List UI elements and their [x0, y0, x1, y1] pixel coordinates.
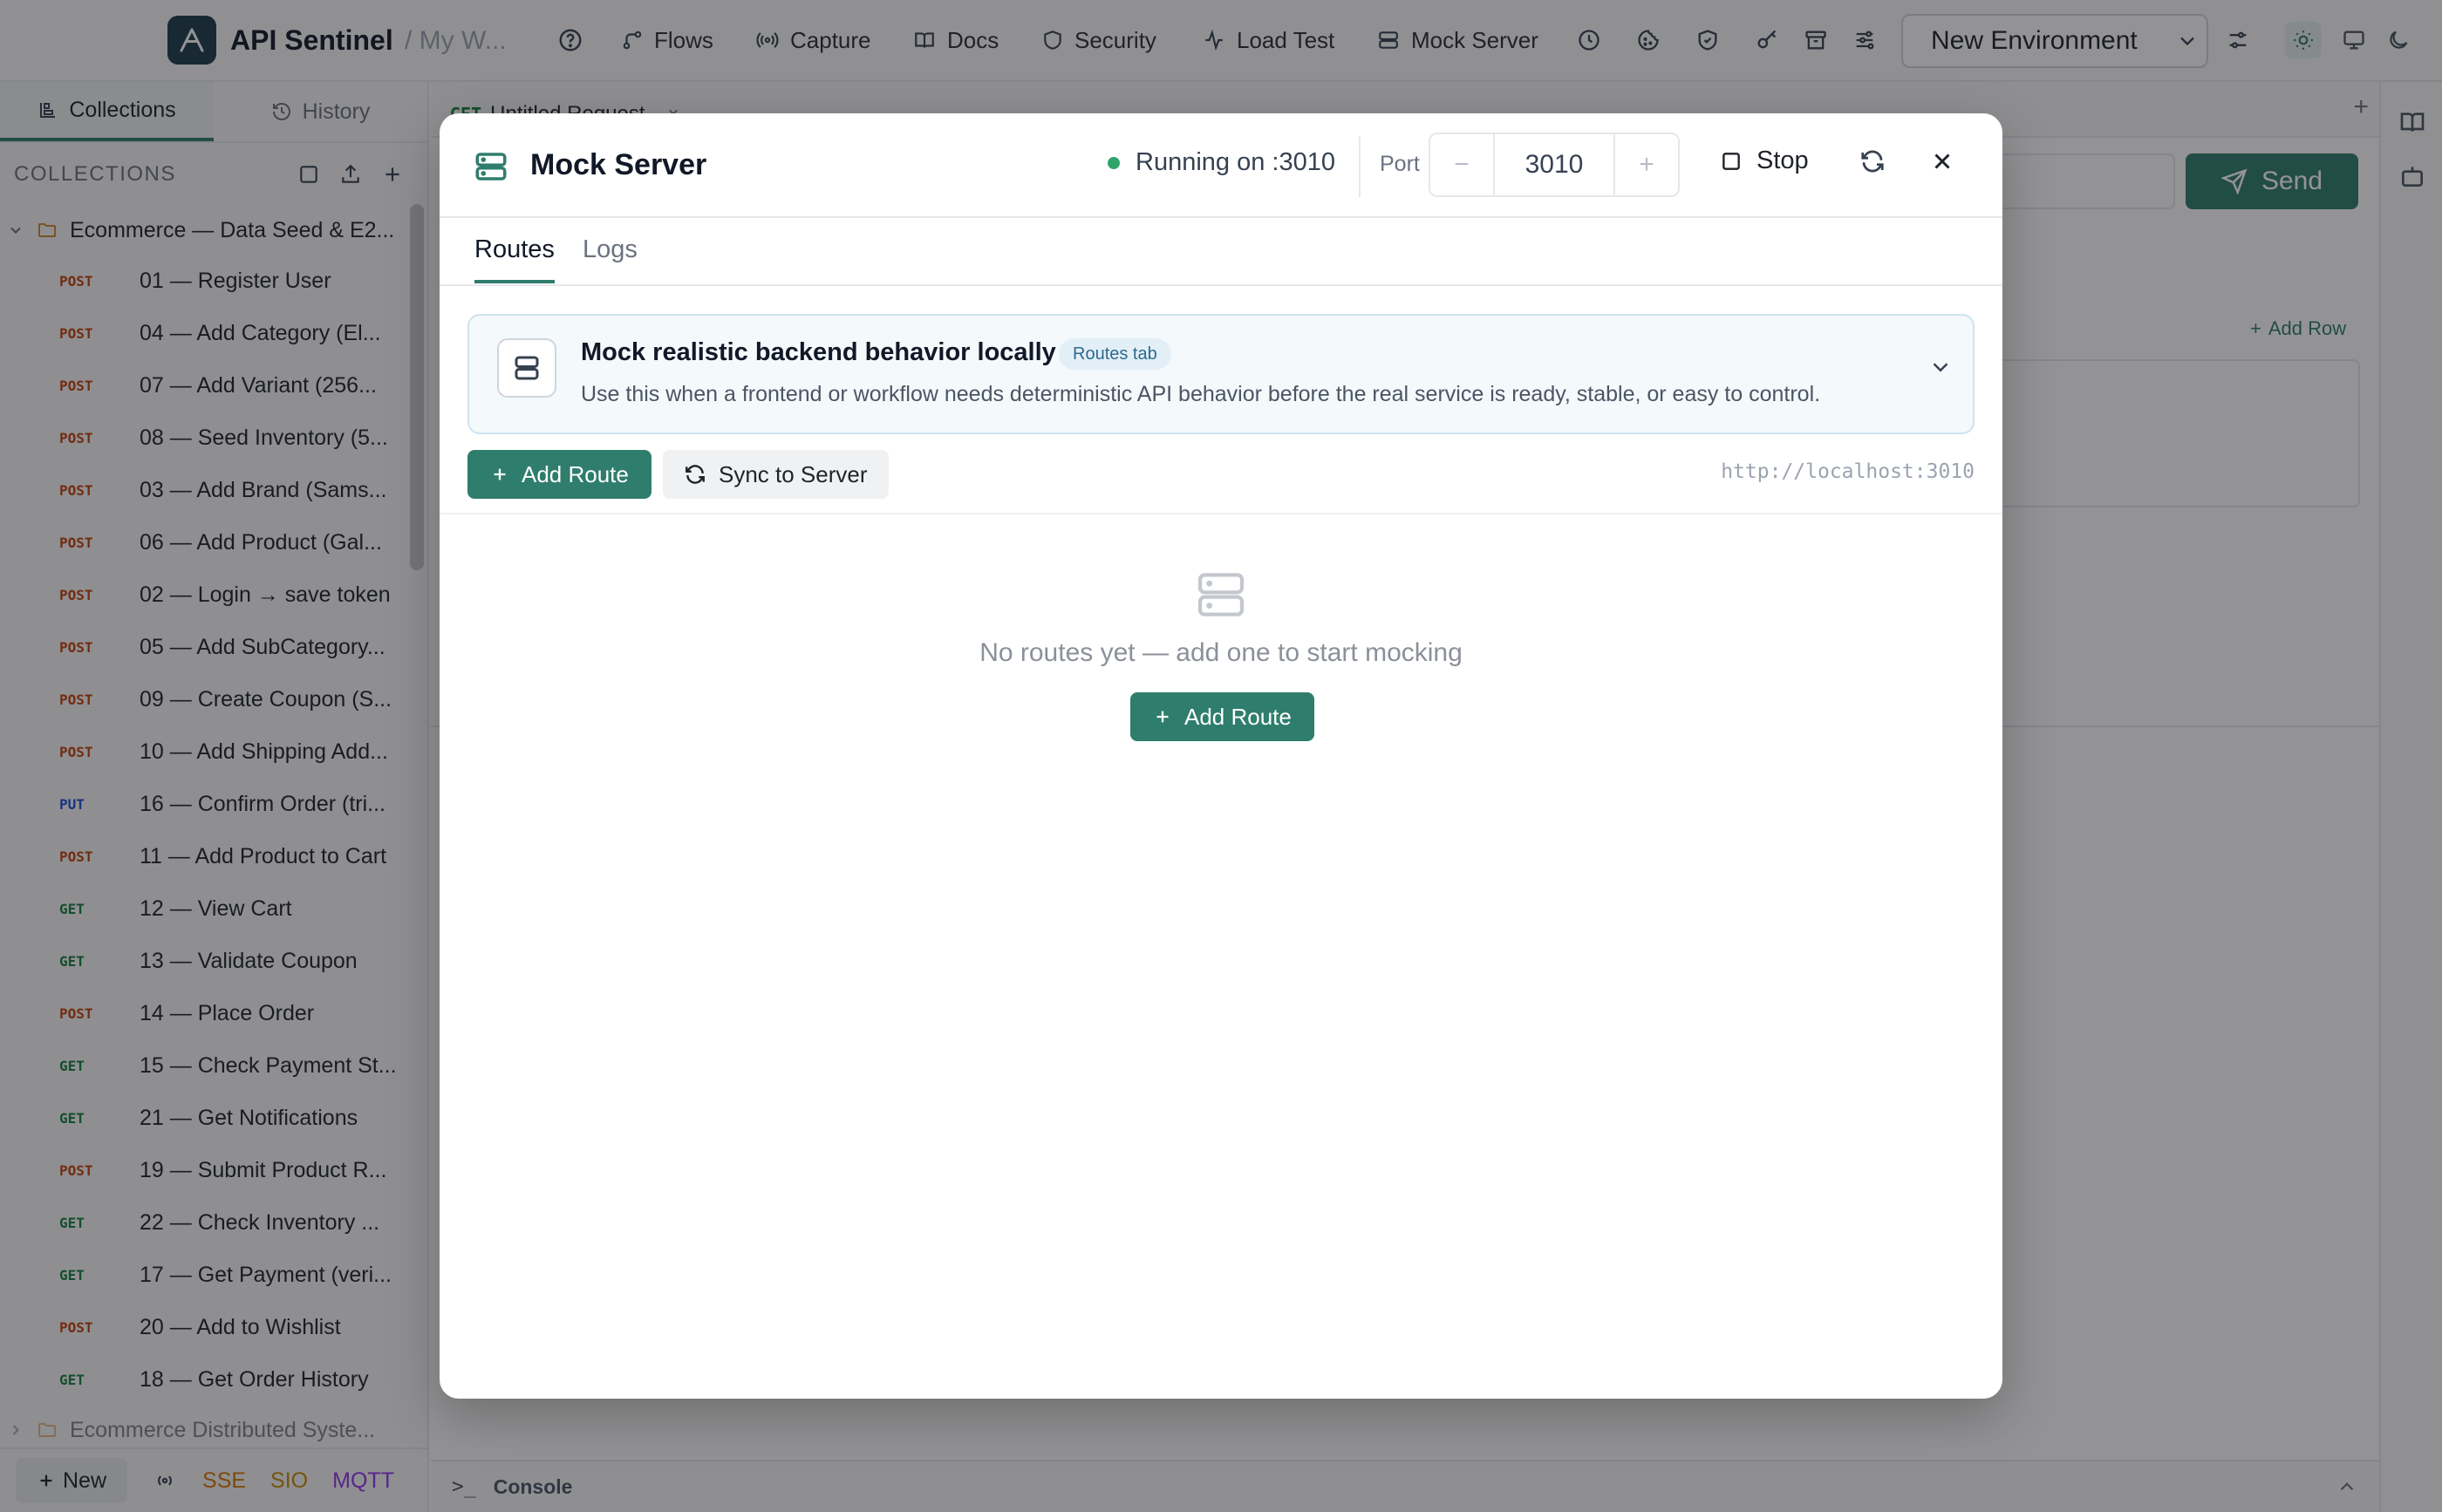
divider: [440, 513, 2002, 514]
base-url: http://localhost:3010: [1721, 460, 1975, 483]
modal-title: Mock Server: [530, 148, 707, 181]
port-label: Port: [1380, 152, 1420, 176]
add-route-label: Add Route: [522, 460, 629, 487]
sync-icon: [686, 465, 705, 484]
server-icon: [497, 338, 556, 398]
modal-header: Mock Server Running on :3010 Port − 3010…: [440, 113, 2002, 218]
port-decrement-button[interactable]: −: [1430, 134, 1493, 195]
add-route-button[interactable]: Add Route: [1130, 692, 1314, 741]
info-banner: Mock realistic backend behavior locally …: [467, 314, 1975, 434]
sync-label: Sync to Server: [719, 460, 868, 487]
tab-logs[interactable]: Logs: [583, 235, 638, 280]
stop-label: Stop: [1756, 146, 1809, 174]
empty-state-server-icon: [1193, 567, 1249, 623]
routes-toolbar: Add Route Sync to Server http://localhos…: [467, 450, 1975, 499]
refresh-icon[interactable]: [1859, 148, 1886, 174]
banner-badge: Routes tab: [1059, 338, 1171, 370]
chevron-down-icon[interactable]: [1927, 354, 1954, 380]
sync-to-server-button[interactable]: Sync to Server: [663, 450, 889, 499]
status-text: Running on :3010: [1136, 148, 1335, 176]
status-dot: [1108, 156, 1120, 169]
add-route-label: Add Route: [1184, 703, 1292, 730]
mock-server-modal: Mock Server Running on :3010 Port − 3010…: [440, 113, 2002, 1399]
port-increment-button[interactable]: +: [1615, 134, 1678, 195]
close-icon[interactable]: [1929, 148, 1955, 174]
banner-title: Mock realistic backend behavior locally: [581, 338, 1056, 366]
plus-icon: [1156, 711, 1169, 723]
server-icon: [473, 148, 509, 185]
empty-state-text: No routes yet — add one to start mocking: [979, 638, 1463, 667]
port-stepper: − 3010 +: [1429, 133, 1680, 197]
port-input[interactable]: 3010: [1493, 134, 1615, 195]
stop-button[interactable]: Stop: [1720, 146, 1809, 175]
tab-routes[interactable]: Routes: [474, 235, 555, 283]
add-route-button[interactable]: Add Route: [467, 450, 651, 499]
plus-icon: [494, 468, 506, 480]
stop-icon: [1722, 152, 1740, 170]
modal-tabs: Routes Logs: [440, 218, 2002, 286]
server-status: Running on :3010: [1108, 148, 1335, 177]
divider: [1359, 136, 1361, 197]
banner-description: Use this when a frontend or workflow nee…: [581, 382, 1821, 406]
